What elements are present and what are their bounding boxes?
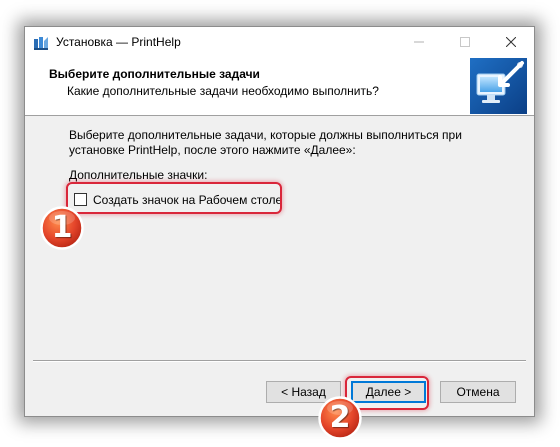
instruction-text-line2: установке PrintHelp, после этого нажмите… [69,143,356,157]
checkbox-highlight [66,182,282,214]
close-icon [506,37,516,47]
step-1-badge: 1 [40,206,84,250]
maximize-icon [460,37,470,47]
minimize-button[interactable] [396,27,442,57]
step-2-badge: 2 [318,396,362,440]
page-subtitle: Какие дополнительные задачи необходимо в… [67,84,379,98]
additional-icons-label: Дополнительные значки: [69,168,208,182]
instruction-text-line1: Выберите дополнительные задачи, которые … [69,128,462,142]
cancel-button[interactable]: Отмена [440,381,516,403]
installer-icon [33,35,49,51]
computer-arrow-icon [470,58,527,114]
page-title: Выберите дополнительные задачи [49,67,260,81]
minimize-icon [414,41,424,43]
close-button[interactable] [488,27,534,57]
maximize-button[interactable] [442,27,488,57]
wizard-header: Выберите дополнительные задачи Какие доп… [25,57,534,116]
step-2-number: 2 [329,400,351,435]
step-1-number: 1 [51,210,73,245]
title-bar: Установка — PrintHelp [25,27,534,57]
window-title: Установка — PrintHelp [56,35,181,49]
footer-divider [33,360,526,362]
installer-window: Установка — PrintHelp Выберите дополните… [24,26,535,417]
